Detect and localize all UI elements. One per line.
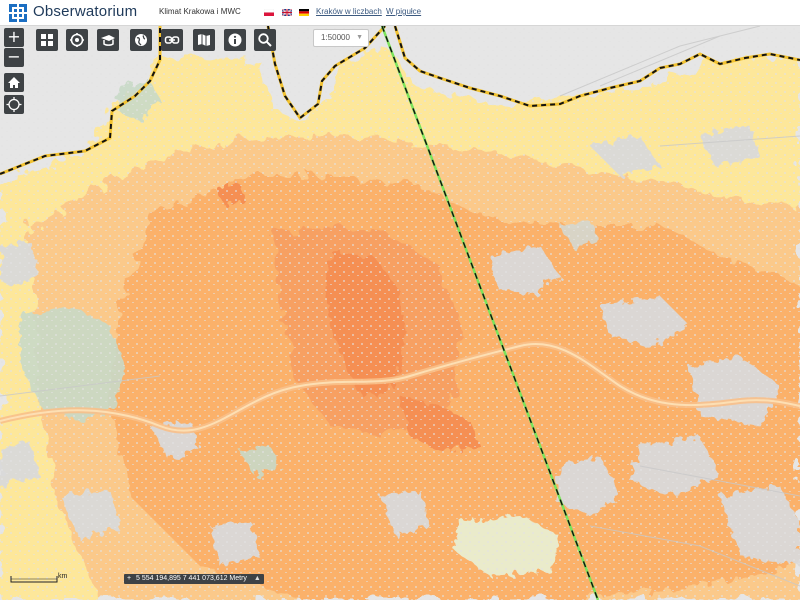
globe-button[interactable] — [130, 29, 152, 51]
flag-en-icon[interactable] — [282, 9, 292, 16]
info-layers-button[interactable] — [97, 29, 119, 51]
app-subtitle[interactable]: Klimat Krakowa i MWC — [159, 7, 241, 16]
crosshair-small-icon: + — [127, 575, 132, 582]
coordinates-readout[interactable]: + 5 554 194,895 7 441 073,612 Metry ▲ — [124, 574, 264, 584]
search-button[interactable] — [254, 29, 276, 51]
legend-icon — [70, 33, 84, 47]
chevron-up-icon[interactable]: ▲ — [254, 574, 261, 584]
info-layers-icon — [101, 35, 115, 46]
info-button[interactable] — [224, 29, 246, 51]
scale-bar — [10, 576, 58, 583]
link-krakow-in-numbers[interactable]: Kraków w liczbach — [316, 7, 382, 16]
link-icon — [164, 36, 180, 44]
map-icon — [198, 34, 210, 46]
layers-button[interactable] — [36, 29, 58, 51]
globe-icon — [135, 34, 147, 46]
search-icon — [258, 33, 272, 47]
app-logo-icon[interactable] — [9, 4, 27, 22]
chevron-down-icon: ▼ — [356, 34, 363, 41]
info-icon — [228, 33, 242, 47]
layers-icon — [41, 34, 53, 46]
flag-de-icon[interactable] — [299, 9, 309, 16]
link-button[interactable] — [161, 29, 183, 51]
scale-select[interactable]: 1:50000 ▼ — [313, 29, 369, 47]
flag-pl-icon[interactable] — [264, 9, 274, 16]
heat-map-layer — [0, 26, 800, 600]
app-header: Obserwatorium Klimat Krakowa i MWC Krakó… — [0, 0, 800, 26]
app-title[interactable]: Obserwatorium — [33, 3, 137, 20]
coordinates-text: 5 554 194,895 7 441 073,612 Metry — [136, 575, 247, 582]
map-button[interactable] — [193, 29, 215, 51]
locate-button[interactable] — [4, 95, 24, 114]
home-icon — [8, 77, 20, 88]
crosshair-icon — [6, 97, 22, 112]
map-canvas[interactable] — [0, 26, 800, 600]
scale-bar-unit: km — [58, 573, 68, 580]
zoom-out-button[interactable]: − — [4, 48, 24, 67]
zoom-in-button[interactable]: + — [4, 28, 24, 47]
legend-button[interactable] — [66, 29, 88, 51]
link-in-a-nutshell[interactable]: W pigułce — [386, 7, 421, 16]
scale-select-value: 1:50000 — [321, 33, 350, 42]
home-button[interactable] — [4, 73, 24, 92]
